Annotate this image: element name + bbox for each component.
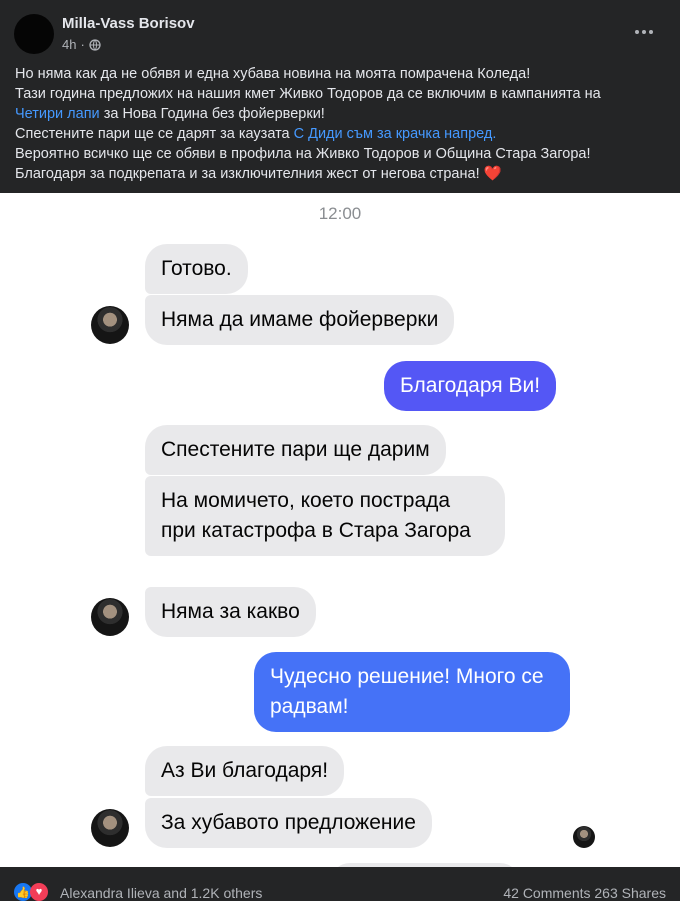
post-line-text: Благодаря за подкрепата и за изключителн… (15, 166, 484, 182)
sender-avatar (91, 598, 129, 636)
message-incoming: На момичето, което пострада при катастро… (145, 476, 505, 556)
message-incoming: Аз Ви благодаря! (145, 746, 345, 796)
message-incoming: Готово. (145, 244, 248, 294)
meta-separator: · (80, 37, 85, 52)
post-time[interactable]: 4h (62, 37, 76, 52)
post-line: Но няма как да не обявя и една хубава но… (15, 66, 531, 82)
post-header: Milla-Vass Borisov 4h · (0, 0, 680, 60)
post-line: Спестените пари ще се дарят за каузата С… (15, 124, 665, 144)
message-incoming: За хубавото предложение (145, 798, 432, 848)
sender-avatar (91, 306, 129, 344)
comment-share-counts[interactable]: 42 Comments 263 Shares (503, 885, 666, 901)
love-icon[interactable]: ♥ (30, 883, 48, 901)
chat-timestamp: 12:00 (318, 204, 362, 223)
post-line: Четири лапи за Нова Година без фойерверк… (15, 104, 665, 124)
message-outgoing: Чудесно решение! Много се радвам! (254, 652, 570, 732)
heart-emoji: ❤️ (483, 166, 502, 182)
four-paws-link[interactable]: Четири лапи (15, 106, 100, 122)
post-meta: 4h · (62, 37, 101, 52)
post-line-text: за Нова Година без фойерверки! (99, 106, 325, 122)
message-incoming: Няма да имаме фойерверки (145, 295, 455, 345)
read-receipt-avatar (573, 826, 595, 848)
message-incoming: Няма за какво (145, 587, 316, 637)
reactors-text[interactable]: Alexandra Ilieva and 1.2K others (60, 885, 262, 901)
post-line: Благодаря за подкрепата и за изключителн… (15, 164, 665, 184)
author-avatar[interactable] (14, 14, 54, 54)
author-name[interactable]: Milla-Vass Borisov (62, 15, 195, 32)
post-line-text: Спестените пари ще се дарят за каузата (15, 126, 294, 142)
post-line: Вероятно всичко ще се обяви в профила на… (15, 146, 591, 162)
more-options-icon[interactable] (630, 22, 658, 42)
post-footer: 👍 ♥ Alexandra Ilieva and 1.2K others 42 … (0, 867, 680, 901)
sender-avatar (91, 809, 129, 847)
globe-icon (89, 38, 101, 51)
message-incoming: Спестените пари ще дарим (145, 425, 446, 475)
cause-link[interactable]: С Диди съм за крачка напред. (294, 126, 497, 142)
chat-screenshot[interactable]: 12:00 Готово. Няма да имаме фойерверки Б… (0, 193, 680, 867)
post-line: Тази година предложих на нашия кмет Живк… (15, 86, 601, 102)
post-text: Но няма как да не обявя и една хубава но… (15, 64, 665, 184)
message-outgoing: Благодаря Ви! (384, 361, 557, 411)
